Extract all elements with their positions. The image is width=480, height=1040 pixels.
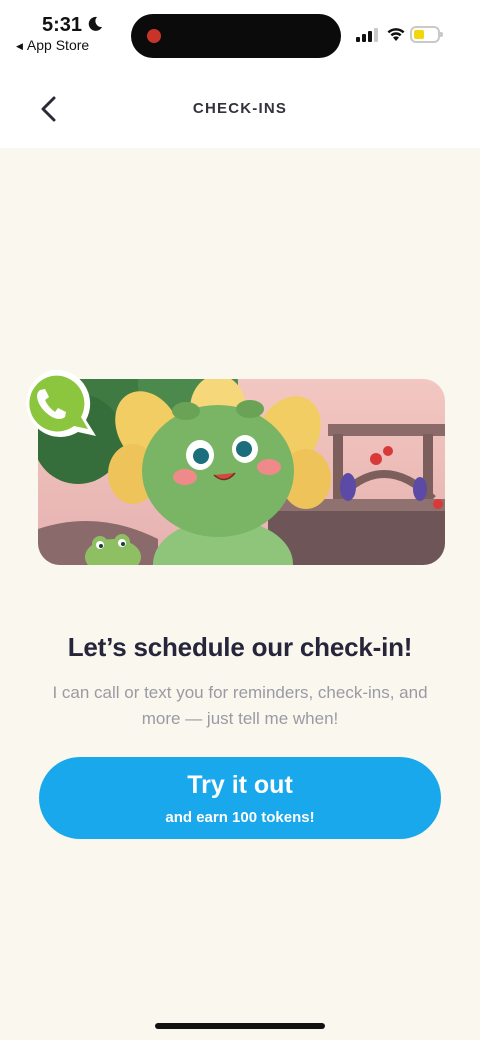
phone-icon bbox=[26, 369, 96, 437]
status-bar: 5:31 ◀ App Store bbox=[0, 0, 480, 72]
try-it-out-button[interactable]: Try it out and earn 100 tokens! bbox=[39, 757, 441, 839]
back-app-label: App Store bbox=[26, 37, 90, 53]
battery-level bbox=[414, 30, 424, 39]
home-indicator[interactable] bbox=[155, 1023, 325, 1029]
back-triangle-icon: ◀ bbox=[16, 41, 23, 51]
back-to-app-store[interactable]: ◀ App Store bbox=[16, 37, 89, 53]
recording-indicator bbox=[147, 29, 161, 43]
nav-bar: CHECK-INS bbox=[0, 72, 480, 148]
headline: Let’s schedule our check-in! bbox=[67, 632, 413, 662]
battery-icon bbox=[410, 26, 443, 43]
dynamic-island bbox=[131, 14, 341, 58]
description: I can call or text you for reminders, ch… bbox=[52, 683, 428, 728]
wifi-icon bbox=[387, 28, 405, 41]
moon-icon bbox=[88, 16, 102, 31]
cta-title: Try it out bbox=[187, 771, 293, 799]
page-title: CHECK-INS bbox=[192, 100, 288, 117]
signal-icon bbox=[356, 28, 378, 42]
status-time: 5:31 bbox=[42, 14, 83, 36]
cta-subtitle: and earn 100 tokens! bbox=[165, 809, 315, 826]
